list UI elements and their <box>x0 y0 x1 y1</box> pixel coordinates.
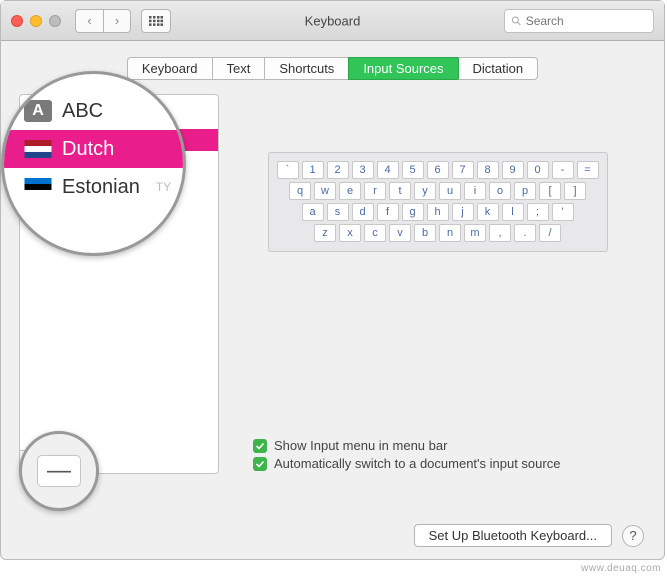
magnifier-callout: A ABC Dutch Estonian TY <box>1 71 186 256</box>
key: w <box>314 182 336 200</box>
search-field[interactable] <box>504 9 654 33</box>
window-title: Keyboard <box>305 13 361 28</box>
titlebar: ‹ › Keyboard <box>1 1 664 41</box>
key: d <box>352 203 374 221</box>
mag-item-dutch: Dutch <box>4 130 183 168</box>
key: 8 <box>477 161 499 179</box>
tab-keyboard[interactable]: Keyboard <box>127 57 212 80</box>
key: x <box>339 224 361 242</box>
checkbox-label: Automatically switch to a document's inp… <box>274 456 560 471</box>
options: Show Input menu in menu bar Automaticall… <box>247 430 628 474</box>
mag-label: ABC <box>62 100 103 123</box>
mag-label: Estonian <box>62 176 140 199</box>
key: g <box>402 203 424 221</box>
key: ; <box>527 203 549 221</box>
abc-icon: A <box>24 100 52 122</box>
key: t <box>389 182 411 200</box>
key: e <box>339 182 361 200</box>
checkbox-checked-icon[interactable] <box>253 457 267 471</box>
key: - <box>552 161 574 179</box>
key: ' <box>552 203 574 221</box>
minimize-icon[interactable] <box>30 15 42 27</box>
remove-button-zoom: — <box>37 455 81 487</box>
checkbox-checked-icon[interactable] <box>253 439 267 453</box>
maximize-icon <box>49 15 61 27</box>
key: ` <box>277 161 299 179</box>
key: z <box>314 224 336 242</box>
key: 7 <box>452 161 474 179</box>
keyboard-preview: `1234567890-= qwertyuiop[] asdfghjkl;' z… <box>268 152 608 252</box>
nav-buttons: ‹ › <box>75 9 131 33</box>
key: q <box>289 182 311 200</box>
key: [ <box>539 182 561 200</box>
key: a <box>302 203 324 221</box>
key: 6 <box>427 161 449 179</box>
show-all-button[interactable] <box>141 9 171 33</box>
key: p <box>514 182 536 200</box>
key: 5 <box>402 161 424 179</box>
key: 1 <box>302 161 324 179</box>
search-input[interactable] <box>526 14 647 28</box>
preferences-window: ‹ › Keyboard Keyboard Text Shortcuts Inp… <box>0 0 665 560</box>
tab-text[interactable]: Text <box>212 57 265 80</box>
key: b <box>414 224 436 242</box>
key: m <box>464 224 486 242</box>
key: 0 <box>527 161 549 179</box>
key: r <box>364 182 386 200</box>
tab-input-sources[interactable]: Input Sources <box>348 57 457 80</box>
key: 3 <box>352 161 374 179</box>
magnifier-minus-callout: — <box>19 431 99 511</box>
checkbox-row[interactable]: Automatically switch to a document's inp… <box>253 456 628 471</box>
key: u <box>439 182 461 200</box>
help-button[interactable]: ? <box>622 525 644 547</box>
key: . <box>514 224 536 242</box>
grid-icon <box>149 16 163 26</box>
key: i <box>464 182 486 200</box>
key: 9 <box>502 161 524 179</box>
key: l <box>502 203 524 221</box>
key: y <box>414 182 436 200</box>
key: h <box>427 203 449 221</box>
setup-bluetooth-button[interactable]: Set Up Bluetooth Keyboard... <box>414 524 612 547</box>
key: f <box>377 203 399 221</box>
truncated-hint: TY <box>156 180 171 194</box>
key: k <box>477 203 499 221</box>
flag-ee-icon <box>24 178 52 196</box>
bottom-bar: Set Up Bluetooth Keyboard... ? <box>414 524 644 547</box>
close-icon[interactable] <box>11 15 23 27</box>
window-controls <box>11 15 61 27</box>
key: j <box>452 203 474 221</box>
key: n <box>439 224 461 242</box>
tab-shortcuts[interactable]: Shortcuts <box>264 57 348 80</box>
mag-item-abc: A ABC <box>4 92 183 130</box>
key: 2 <box>327 161 349 179</box>
key: v <box>389 224 411 242</box>
mag-label: Dutch <box>62 138 114 161</box>
key: , <box>489 224 511 242</box>
search-icon <box>511 15 522 27</box>
key: / <box>539 224 561 242</box>
key: ] <box>564 182 586 200</box>
tab-dictation[interactable]: Dictation <box>458 57 539 80</box>
checkbox-label: Show Input menu in menu bar <box>274 438 447 453</box>
key: o <box>489 182 511 200</box>
forward-button[interactable]: › <box>103 9 131 33</box>
flag-nl-icon <box>24 140 52 158</box>
back-button[interactable]: ‹ <box>75 9 103 33</box>
checkbox-row[interactable]: Show Input menu in menu bar <box>253 438 628 453</box>
key: 4 <box>377 161 399 179</box>
key: s <box>327 203 349 221</box>
key: = <box>577 161 599 179</box>
key: c <box>364 224 386 242</box>
mag-item-estonian: Estonian TY <box>4 168 183 206</box>
watermark: www.deuaq.com <box>581 563 661 574</box>
right-panel: `1234567890-= qwertyuiop[] asdfghjkl;' z… <box>219 94 646 474</box>
